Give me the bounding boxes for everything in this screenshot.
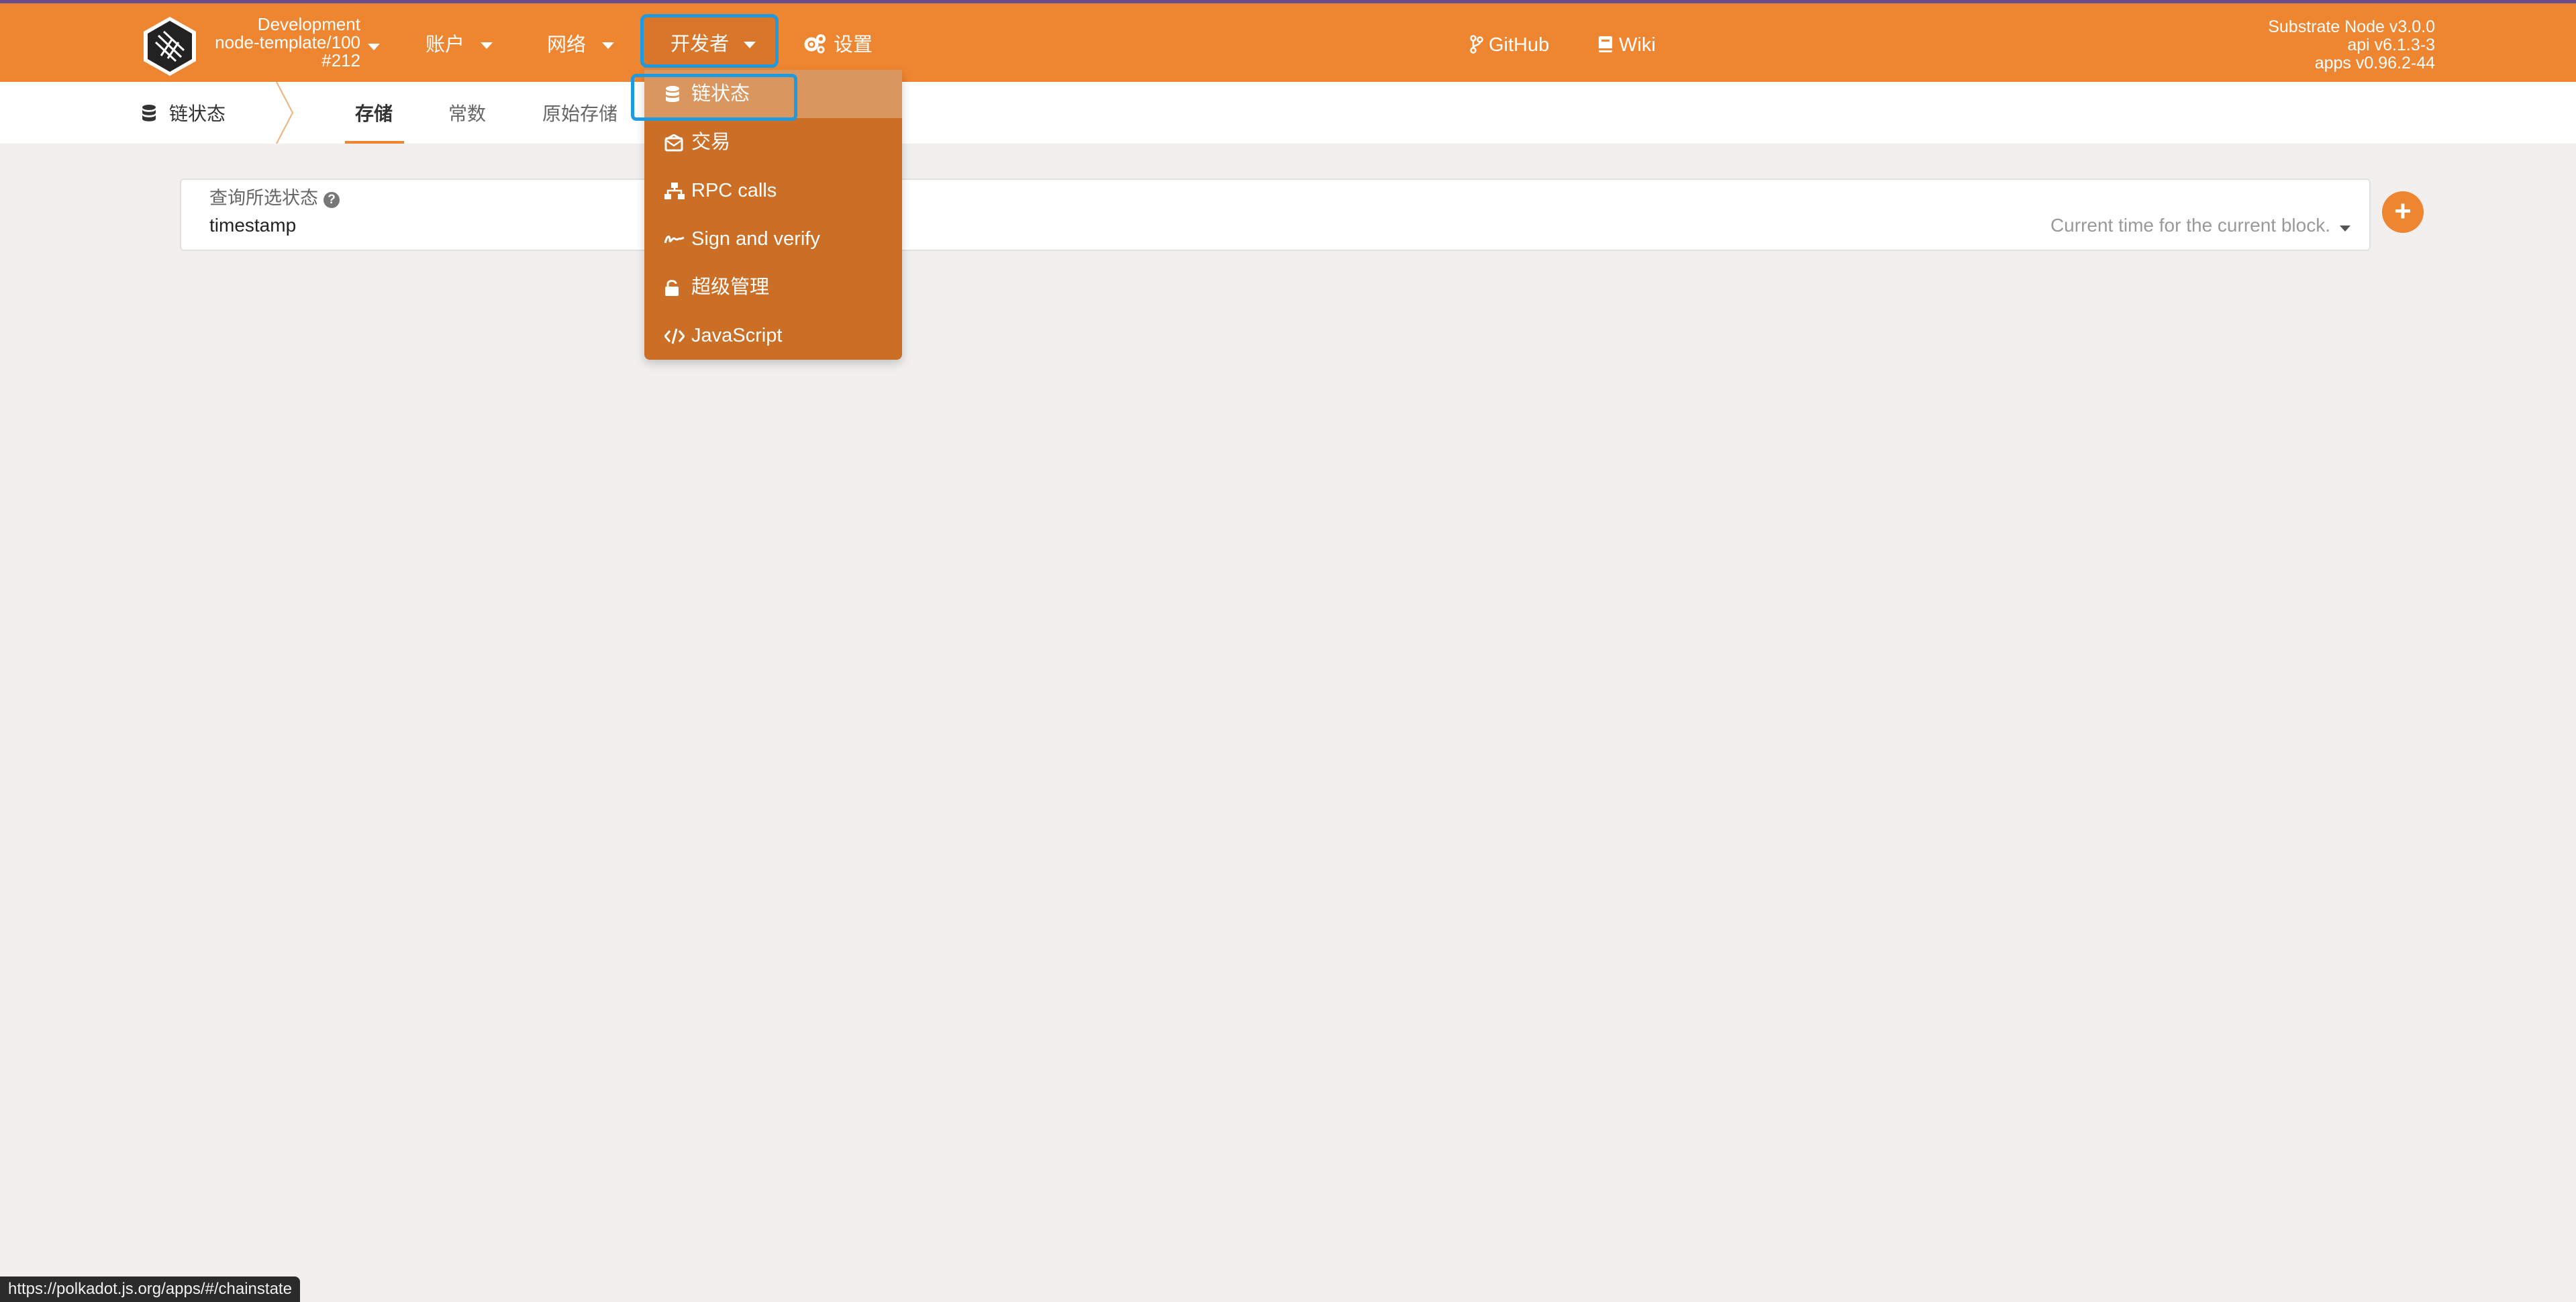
menu-item-label: 交易 xyxy=(691,132,731,153)
chevron-down-icon[interactable] xyxy=(2340,223,2350,235)
menu-item-javascript[interactable]: JavaScript xyxy=(644,311,902,360)
nav-settings[interactable]: 设置 xyxy=(803,32,873,58)
signature-icon xyxy=(664,236,685,244)
nav-developer-label: 开发者 xyxy=(671,34,730,55)
breadcrumb-separator xyxy=(276,82,294,144)
wiki-link[interactable]: Wiki xyxy=(1597,32,1656,58)
cogs-icon xyxy=(804,34,826,54)
node-version: Substrate Node v3.0.0 xyxy=(2268,17,2435,36)
nav-accounts-label: 账户 xyxy=(426,34,465,56)
top-navigation-bar: Development node-template/100 #212 账户 网络… xyxy=(0,0,2576,82)
chevron-down-icon[interactable] xyxy=(368,41,380,53)
menu-item-label: RPC calls xyxy=(691,180,777,201)
api-version: api v6.1.3-3 xyxy=(2347,36,2435,54)
wiki-link-label: Wiki xyxy=(1619,34,1656,56)
nav-network[interactable]: 网络 xyxy=(547,32,615,58)
link-preview-url: https://polkadot.js.org/apps/#/chainstat… xyxy=(0,1276,300,1302)
chain-block-number: #212 xyxy=(321,50,360,70)
section-title-label: 链状态 xyxy=(169,103,226,124)
nav-developer[interactable]: 开发者 xyxy=(640,14,779,68)
active-tab-indicator xyxy=(345,141,404,144)
menu-item-label: JavaScript xyxy=(691,325,783,346)
chain-name: Development xyxy=(257,14,360,34)
query-label-text: 查询所选状态 xyxy=(209,188,318,208)
sub-navigation: 链状态 存储 常数 原始存储 xyxy=(0,82,2576,144)
menu-item-label: 超级管理 xyxy=(691,277,770,298)
chevron-down-icon xyxy=(481,42,493,50)
unlock-icon xyxy=(665,280,679,296)
nav-settings-label: 设置 xyxy=(834,34,873,56)
question-circle-icon[interactable]: ? xyxy=(324,192,340,208)
chain-node-version: node-template/100 xyxy=(215,32,360,52)
code-branch-icon xyxy=(1470,35,1483,54)
nav-network-label: 网络 xyxy=(547,34,587,56)
tab-constants[interactable]: 常数 xyxy=(448,101,486,128)
chevron-down-icon xyxy=(602,42,615,50)
github-link-label: GitHub xyxy=(1489,34,1550,56)
github-link[interactable]: GitHub xyxy=(1470,32,1549,58)
chevron-down-icon xyxy=(744,42,756,49)
menu-item-rpc-calls[interactable]: RPC calls xyxy=(644,166,902,215)
apps-version: apps v0.96.2-44 xyxy=(2314,54,2435,72)
tab-raw-storage[interactable]: 原始存储 xyxy=(542,101,617,128)
query-label: 查询所选状态? xyxy=(209,185,340,211)
database-icon xyxy=(142,105,156,121)
section-title: 链状态 xyxy=(141,101,226,128)
version-info: Substrate Node v3.0.0 api v6.1.3-3 apps … xyxy=(2268,18,2435,72)
storage-query-selector[interactable]: 查询所选状态? timestamp Current time for the c… xyxy=(180,179,2371,251)
query-selected-value: timestamp xyxy=(209,215,297,236)
menu-item-label: Sign and verify xyxy=(691,228,820,250)
nav-accounts[interactable]: 账户 xyxy=(426,32,493,58)
network-wired-icon xyxy=(664,183,685,199)
menu-focus-highlight xyxy=(631,74,797,121)
menu-item-sign-and-verify[interactable]: Sign and verify xyxy=(644,215,902,263)
query-description: Current time for the current block. xyxy=(2050,215,2330,236)
tab-storage[interactable]: 存储 xyxy=(355,101,393,128)
envelope-open-icon xyxy=(664,134,683,152)
menu-item-extrinsics[interactable]: 交易 xyxy=(644,118,902,166)
add-query-button[interactable]: + xyxy=(2382,191,2424,233)
menu-item-sudo[interactable]: 超级管理 xyxy=(644,263,902,311)
book-icon xyxy=(1599,36,1612,52)
code-icon xyxy=(664,328,685,344)
polkadot-logo-icon[interactable] xyxy=(141,15,199,77)
chain-selector[interactable]: Development node-template/100 #212 xyxy=(205,15,360,70)
